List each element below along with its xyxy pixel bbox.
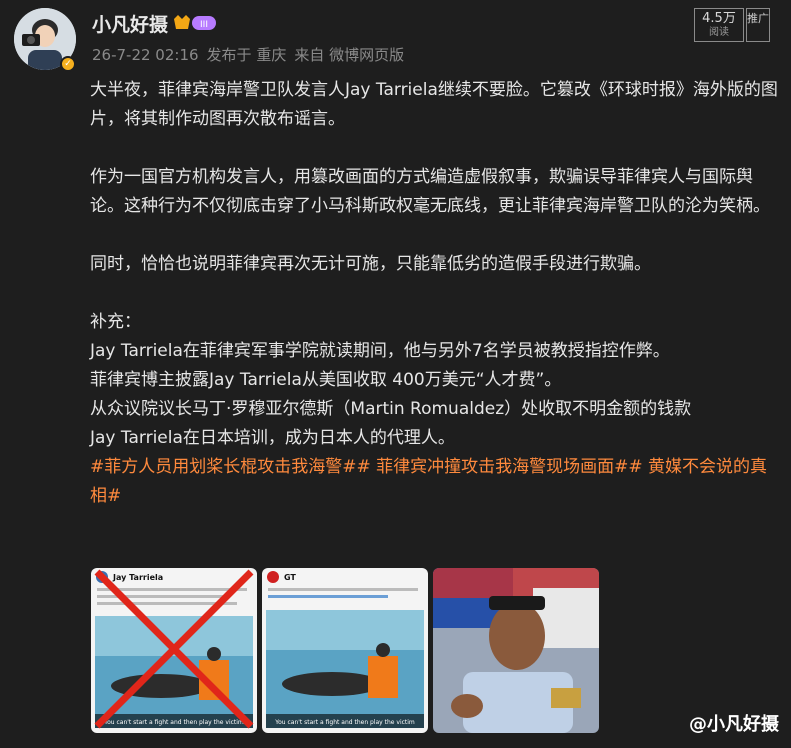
image-1-author: Jay Tarriela: [112, 573, 163, 582]
paragraph-3: 同时，恰恰也说明菲律宾再次无计可施，只能靠低劣的造假手段进行欺骗。: [90, 254, 651, 274]
read-count: 4.5万: [702, 11, 736, 26]
post-body: 大半夜，菲律宾海岸警卫队发言人Jay Tarriela继续不要脸。它篡改《环球时…: [90, 76, 780, 511]
vip-level-icon: III: [174, 15, 216, 30]
verified-badge-icon: ✓: [60, 56, 76, 72]
post-time[interactable]: 26-7-22 02:16: [92, 46, 199, 64]
supplement-title: 补充：: [90, 312, 141, 332]
watermark: @小凡好摄: [689, 714, 779, 735]
image-2[interactable]: GT You can't start a fight and then play…: [262, 568, 428, 733]
supplement-line-4: Jay Tarriela在日本培训，成为日本人的代理人。: [90, 428, 455, 448]
image-3[interactable]: [433, 568, 599, 733]
vip-level-text: III: [200, 20, 208, 30]
promote-button[interactable]: 推广: [746, 8, 770, 42]
image-2-caption: You can't start a fight and then play th…: [274, 719, 415, 726]
paragraph-1: 大半夜，菲律宾海岸警卫队发言人Jay Tarriela继续不要脸。它篡改《环球时…: [90, 80, 778, 129]
image-2-author: GT: [284, 573, 296, 582]
read-label: 阅读: [709, 27, 729, 38]
image-1-caption: You can't start a fight and then play th…: [103, 719, 244, 726]
image-1[interactable]: Jay Tarriela You can't start a fight and…: [91, 568, 257, 733]
post-location: 发布于 重庆: [206, 46, 287, 64]
read-count-box: 4.5万 阅读: [694, 8, 744, 42]
supplement-line-2: 菲律宾博主披露Jay Tarriela从美国收取 400万美元“人才费”。: [90, 370, 562, 390]
hashtag-links[interactable]: #菲方人员用划桨长棍攻击我海警## 菲律宾冲撞攻击我海警现场画面## 黄媒不会说…: [90, 453, 780, 511]
paragraph-2: 作为一国官方机构发言人，用篡改画面的方式编造虚假叙事，欺骗误导菲律宾人与国际舆论…: [90, 167, 770, 216]
supplement-line-3: 从众议院议长马丁·罗穆亚尔德斯（Martin Romualdez）处收取不明金额…: [90, 399, 692, 419]
post-source: 来自 微博网页版: [294, 46, 405, 64]
post-meta: 26-7-22 02:16 发布于 重庆 来自 微博网页版: [92, 44, 412, 65]
username[interactable]: 小凡好摄: [92, 10, 168, 37]
supplement-line-1: Jay Tarriela在菲律宾军事学院就读期间，他与另外7名学员被教授指控作弊…: [90, 341, 670, 361]
